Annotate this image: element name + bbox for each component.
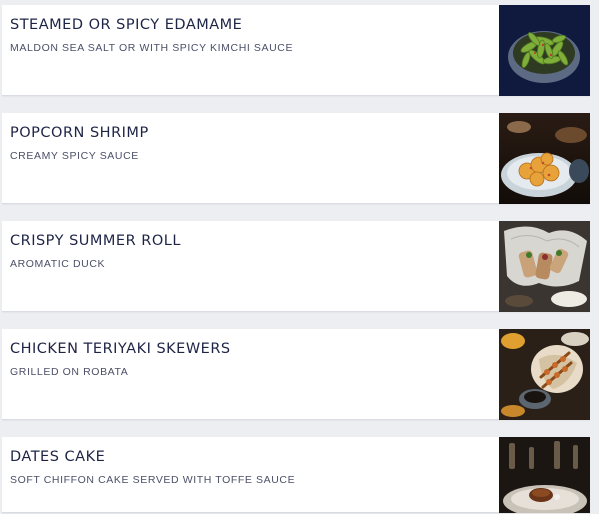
menu-item-card[interactable]: CHICKEN TERIYAKI SKEWERS GRILLED ON ROBA…: [2, 329, 590, 420]
menu-item-card[interactable]: CRISPY SUMMER ROLL AROMATIC DUCK: [2, 221, 590, 312]
edamame-bowl-photo[interactable]: [499, 5, 590, 96]
summer-roll-photo[interactable]: [499, 221, 590, 312]
menu-item-text: CHICKEN TERIYAKI SKEWERS GRILLED ON ROBA…: [10, 339, 490, 379]
menu-item-title: POPCORN SHRIMP: [10, 125, 149, 141]
menu-item-title: DATES CAKE: [10, 449, 106, 465]
menu-item-text: DATES CAKE SOFT CHIFFON CAKE SERVED WITH…: [10, 447, 490, 487]
menu-item-description: CREAMY SPICY SAUCE: [10, 150, 139, 162]
menu-item-description: SOFT CHIFFON CAKE SERVED WITH TOFFE SAUC…: [10, 474, 296, 486]
menu-item-description: GRILLED ON ROBATA: [10, 366, 129, 378]
popcorn-shrimp-photo[interactable]: [499, 113, 590, 204]
menu-item-description: AROMATIC DUCK: [10, 258, 106, 270]
menu-item-title: CHICKEN TERIYAKI SKEWERS: [10, 341, 231, 357]
menu-item-title: CRISPY SUMMER ROLL: [10, 233, 181, 249]
teriyaki-skewers-photo[interactable]: [499, 329, 590, 420]
menu-item-text: POPCORN SHRIMP CREAMY SPICY SAUCE: [10, 123, 490, 163]
menu-item-title: STEAMED OR SPICY EDAMAME: [10, 17, 243, 33]
menu-item-text: STEAMED OR SPICY EDAMAME MALDON SEA SALT…: [10, 15, 490, 55]
menu-item-card[interactable]: STEAMED OR SPICY EDAMAME MALDON SEA SALT…: [2, 5, 590, 96]
menu-item-description: MALDON SEA SALT OR WITH SPICY KIMCHI SAU…: [10, 42, 294, 54]
menu-item-card[interactable]: DATES CAKE SOFT CHIFFON CAKE SERVED WITH…: [2, 437, 590, 513]
dates-cake-photo[interactable]: [499, 437, 590, 513]
menu-item-card[interactable]: POPCORN SHRIMP CREAMY SPICY SAUCE: [2, 113, 590, 204]
menu-item-text: CRISPY SUMMER ROLL AROMATIC DUCK: [10, 231, 490, 271]
